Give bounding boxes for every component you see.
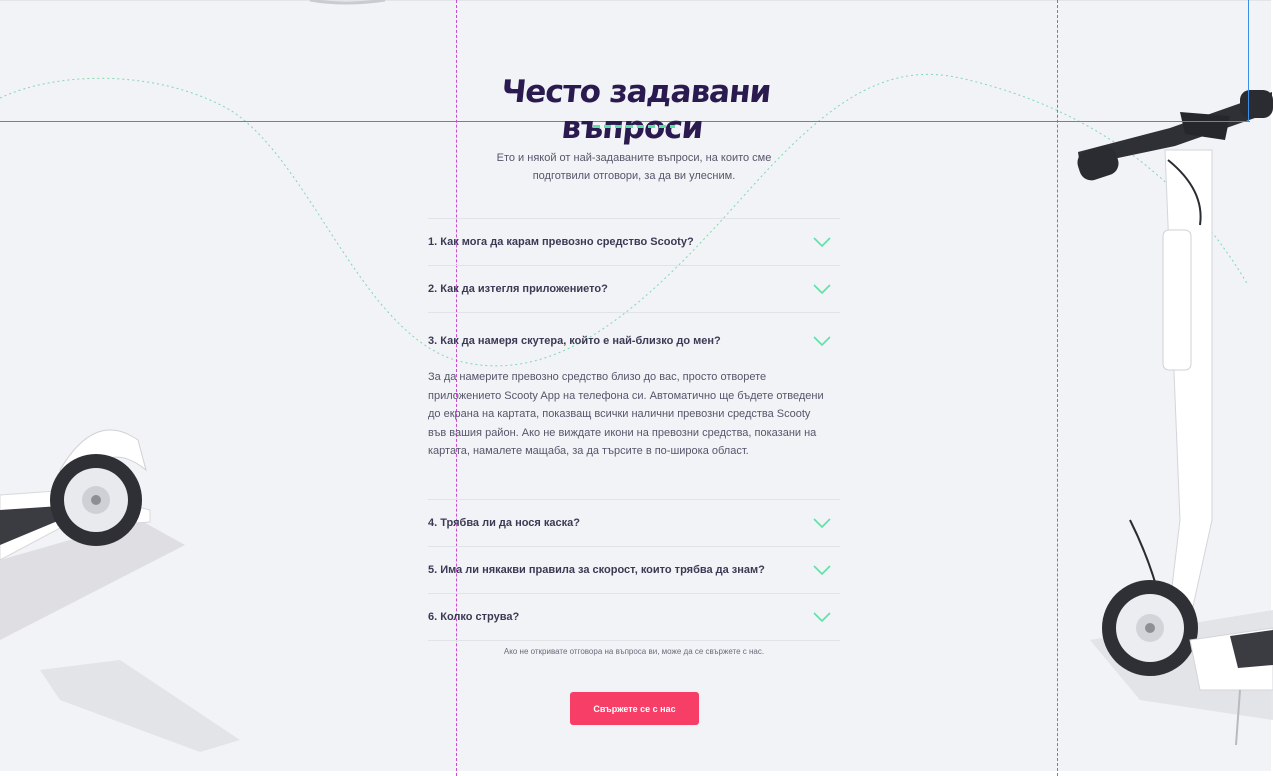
- faq-answer: За да намерите превозно средство близо д…: [428, 368, 840, 499]
- faq-question-row[interactable]: 3. Как да намеря скутера, който е най-бл…: [428, 313, 840, 369]
- frame-top-border: [0, 0, 1273, 1]
- faq-question-row[interactable]: 1. Как мога да карам превозно средство S…: [428, 219, 840, 265]
- title-dashed-underline: [593, 125, 675, 128]
- faq-question-row[interactable]: 6. Колко струва?: [428, 594, 840, 640]
- scooter-rear-wheel-image: [0, 429, 151, 561]
- scooter-image: [1077, 90, 1273, 746]
- faq-question: 6. Колко струва?: [428, 610, 520, 623]
- faq-question-row[interactable]: 4. Трябва ли да нося каска?: [428, 500, 840, 546]
- faq-item-2[interactable]: 2. Как да изтегля приложението?: [428, 266, 840, 313]
- faq-question-row[interactable]: 5. Има ли някакви правила за скорост, ко…: [428, 547, 840, 593]
- guide-line-vertical-right: [1057, 0, 1058, 776]
- faq-intro: Ето и някой от най-задаваните въпроси, н…: [484, 149, 784, 185]
- faq-question: 2. Как да изтегля приложението?: [428, 283, 608, 295]
- faq-question: 3. Как да намеря скутера, който е най-бл…: [428, 335, 721, 347]
- chevron-down-icon[interactable]: [812, 283, 832, 295]
- faq-intro-line-1: Ето и някой от най-задаваните въпроси, н…: [496, 152, 772, 164]
- chevron-down-icon[interactable]: [812, 335, 832, 347]
- frame-bottom-border: [0, 771, 1273, 776]
- chevron-down-icon[interactable]: [812, 236, 832, 248]
- faq-title: Често задавани въпроси: [499, 74, 773, 146]
- faq-question-row[interactable]: 2. Как да изтегля приложението?: [428, 266, 840, 312]
- faq-item-4[interactable]: 4. Трябва ли да нося каска?: [428, 500, 840, 547]
- contact-note: Ако не откривате отговора на въпроса ви,…: [503, 647, 765, 656]
- faq-item-1[interactable]: 1. Как мога да карам превозно средство S…: [428, 219, 840, 266]
- left-scooter-shadow-group: [0, 520, 240, 752]
- faq-question: 5. Има ли някакви правила за скорост, ко…: [428, 563, 765, 576]
- faq-accordion: 1. Как мога да карам превозно средство S…: [428, 218, 840, 641]
- faq-answer-line: до екрана на картата, показващ всички на…: [428, 408, 811, 421]
- faq-item-3[interactable]: 3. Как да намеря скутера, който е най-бл…: [428, 313, 840, 500]
- guide-line-vertical-blue: [1248, 0, 1249, 122]
- chevron-down-icon[interactable]: [812, 611, 832, 623]
- chevron-down-icon[interactable]: [812, 564, 832, 576]
- faq-item-5[interactable]: 5. Има ли някакви правила за скорост, ко…: [428, 547, 840, 594]
- faq-item-6[interactable]: 6. Колко струва?: [428, 594, 840, 641]
- faq-answer-line: картата, намалете мащаба, за да търсите …: [428, 445, 749, 458]
- contact-us-button[interactable]: Свържете се с нас: [570, 692, 699, 725]
- faq-question: 1. Как мога да карам превозно средство S…: [428, 236, 694, 248]
- faq-answer-line: във вашия район. Ако не виждате икони на…: [428, 426, 817, 439]
- faq-answer-line: приложението Scooty App на телефона си. …: [428, 389, 824, 402]
- faq-answer-line: За да намерите превозно средство близо д…: [428, 371, 767, 383]
- faq-intro-line-2: подготвили отговори, за да ви улесним.: [532, 170, 736, 182]
- chevron-down-icon[interactable]: [812, 517, 832, 529]
- faq-question: 4. Трябва ли да нося каска?: [428, 516, 580, 529]
